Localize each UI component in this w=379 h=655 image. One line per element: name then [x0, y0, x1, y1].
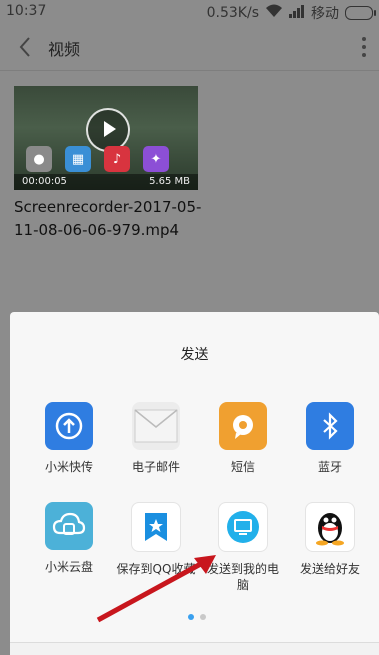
qq-icon: [305, 502, 355, 552]
network-speed: 0.53K/s: [206, 5, 259, 21]
video-size: 5.65 MB: [149, 176, 190, 187]
page-title: 视频: [48, 40, 81, 59]
share-target-sms[interactable]: 短信: [203, 402, 283, 475]
mi-drop-icon: [45, 402, 93, 450]
more-options-icon[interactable]: [361, 36, 367, 58]
video-duration: 00:00:05: [22, 176, 67, 187]
status-time: 10:37: [6, 3, 47, 19]
signal-icon: [289, 4, 305, 22]
camera-icon: ●: [26, 146, 52, 172]
share-sheet-title: 发送: [180, 347, 209, 363]
music-icon: ♪: [104, 146, 130, 172]
butterfly-icon: ✦: [143, 146, 169, 172]
sms-icon: [219, 402, 267, 450]
back-button[interactable]: [14, 34, 36, 60]
share-target-label: 发送给好友: [299, 562, 360, 576]
top-bar: 视频: [0, 24, 379, 70]
share-target-qq-friend[interactable]: 发送给好友: [290, 502, 370, 577]
wifi-icon: [265, 4, 283, 22]
share-target-bluetooth[interactable]: 蓝牙: [290, 402, 370, 475]
email-icon: [132, 402, 180, 450]
share-target-label: 短信: [230, 460, 255, 474]
bluetooth-icon: [306, 402, 354, 450]
sheet-bottom-bar: [10, 642, 379, 655]
mi-cloud-icon: [45, 502, 93, 550]
my-computer-icon: [218, 502, 268, 552]
video-thumbnail[interactable]: ● ▦ ♪ ✦ 00:00:05 5.65 MB: [14, 86, 198, 190]
qq-favorite-icon: [131, 502, 181, 552]
header-divider: [0, 70, 379, 71]
carrier-label: 移动: [311, 6, 339, 22]
share-target-label: 电子邮件: [131, 460, 180, 474]
video-filename: Screenrecorder-2017-05-11-08-06-06-979.m…: [14, 198, 202, 239]
battery-icon: [345, 6, 376, 20]
share-target-label: 蓝牙: [317, 460, 342, 474]
share-target-label: 小米快传: [44, 460, 93, 474]
share-target-email[interactable]: 电子邮件: [116, 402, 196, 475]
share-target-mi-drop[interactable]: 小米快传: [29, 402, 109, 475]
gallery-icon: ▦: [65, 146, 91, 172]
annotation-arrow-icon: [96, 555, 216, 623]
status-bar: 10:37 0.53K/s 移动: [0, 0, 379, 24]
